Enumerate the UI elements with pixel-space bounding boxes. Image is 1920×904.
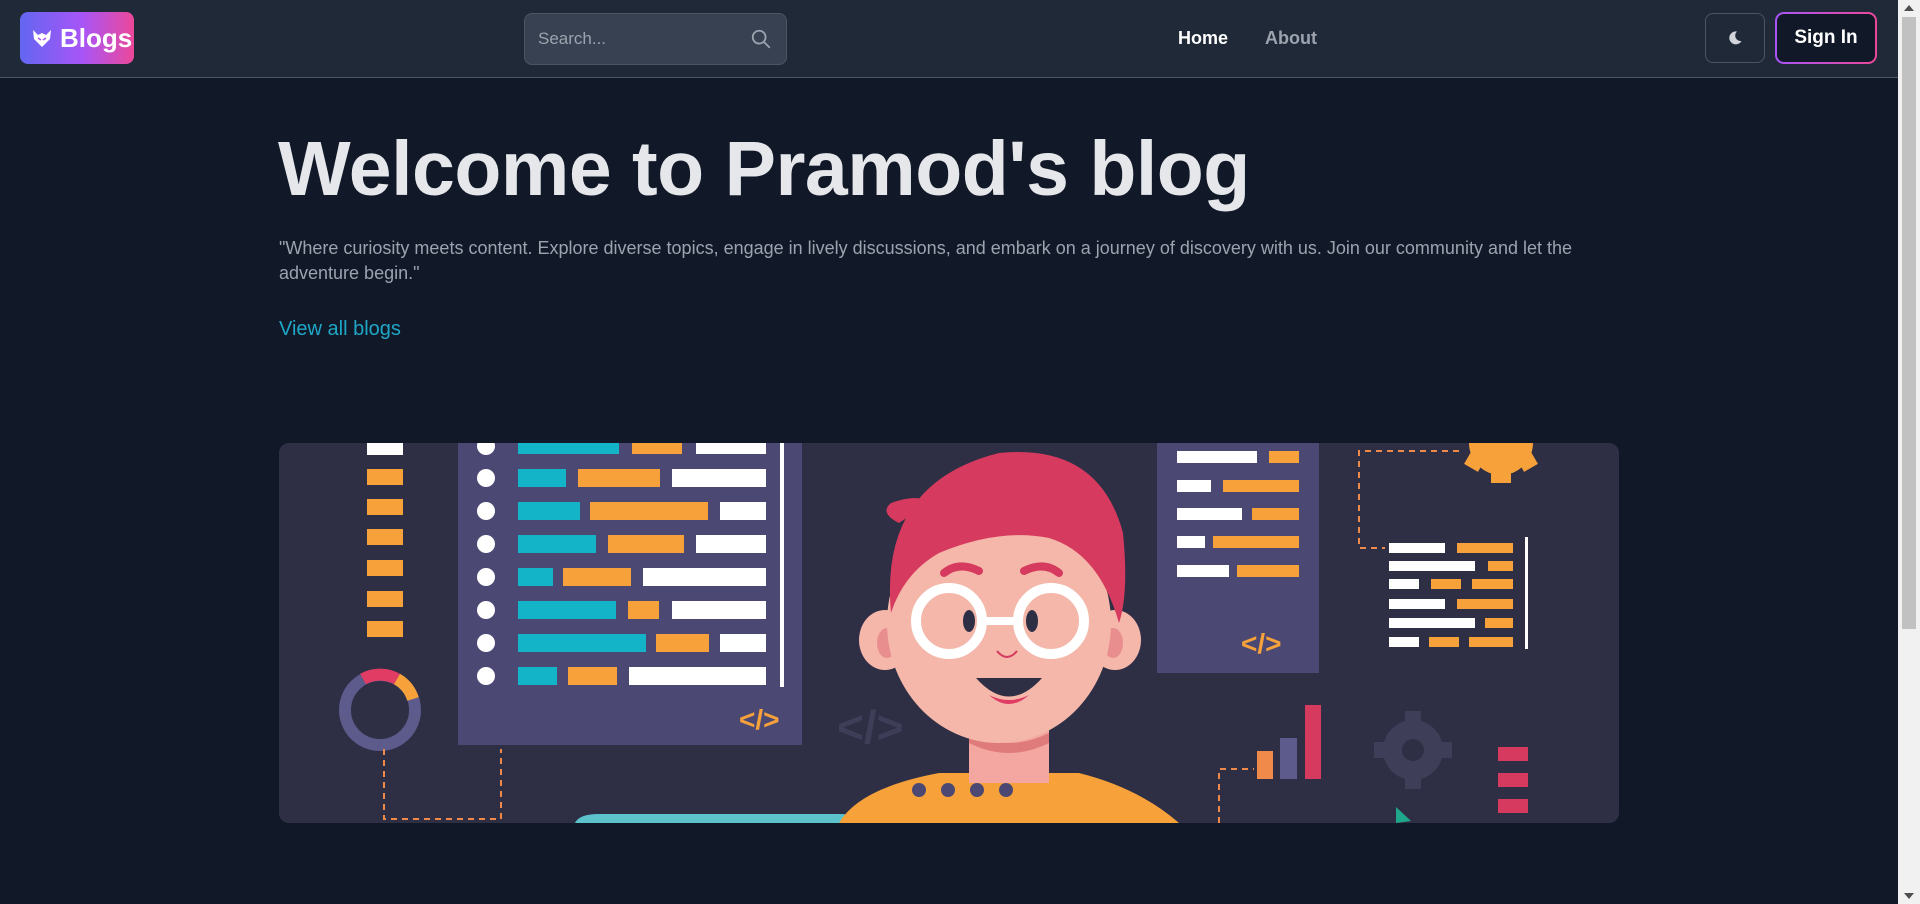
code-tag-left: </> — [739, 704, 779, 735]
hero-description: "Where curiosity meets content. Explore … — [279, 238, 1573, 283]
hero-banner-illustration: </> </> </> — [279, 443, 1619, 823]
nav-link-home[interactable]: Home — [1178, 28, 1228, 49]
sign-in-label: Sign In — [1777, 14, 1875, 62]
scroll-down-arrow-icon[interactable] — [1904, 893, 1914, 899]
nav-link-about[interactable]: About — [1265, 28, 1317, 49]
search-box — [524, 13, 787, 65]
brand-label: Blogs — [60, 22, 133, 53]
scroll-thumb[interactable] — [1902, 17, 1916, 629]
brand-logo-link[interactable]: Blogs — [20, 12, 134, 64]
moon-icon — [1729, 31, 1742, 45]
navbar: Blogs Home About Sign In — [0, 0, 1898, 78]
view-all-blogs-link[interactable]: View all blogs — [279, 318, 401, 341]
sign-in-button[interactable]: Sign In — [1775, 12, 1877, 64]
developer-illustration: </> </> </> — [279, 443, 1619, 823]
scroll-up-arrow-icon[interactable] — [1904, 5, 1914, 11]
code-tag-right: </> — [1241, 628, 1281, 659]
search-input[interactable] — [525, 14, 745, 64]
code-tag-faded: </> — [837, 701, 904, 753]
page-scrollbar[interactable] — [1898, 0, 1920, 904]
hero-title: Welcome to Pramod's blog — [278, 126, 1250, 212]
search-icon[interactable] — [750, 28, 772, 50]
fox-icon — [33, 30, 51, 47]
theme-toggle-button[interactable] — [1705, 13, 1765, 63]
